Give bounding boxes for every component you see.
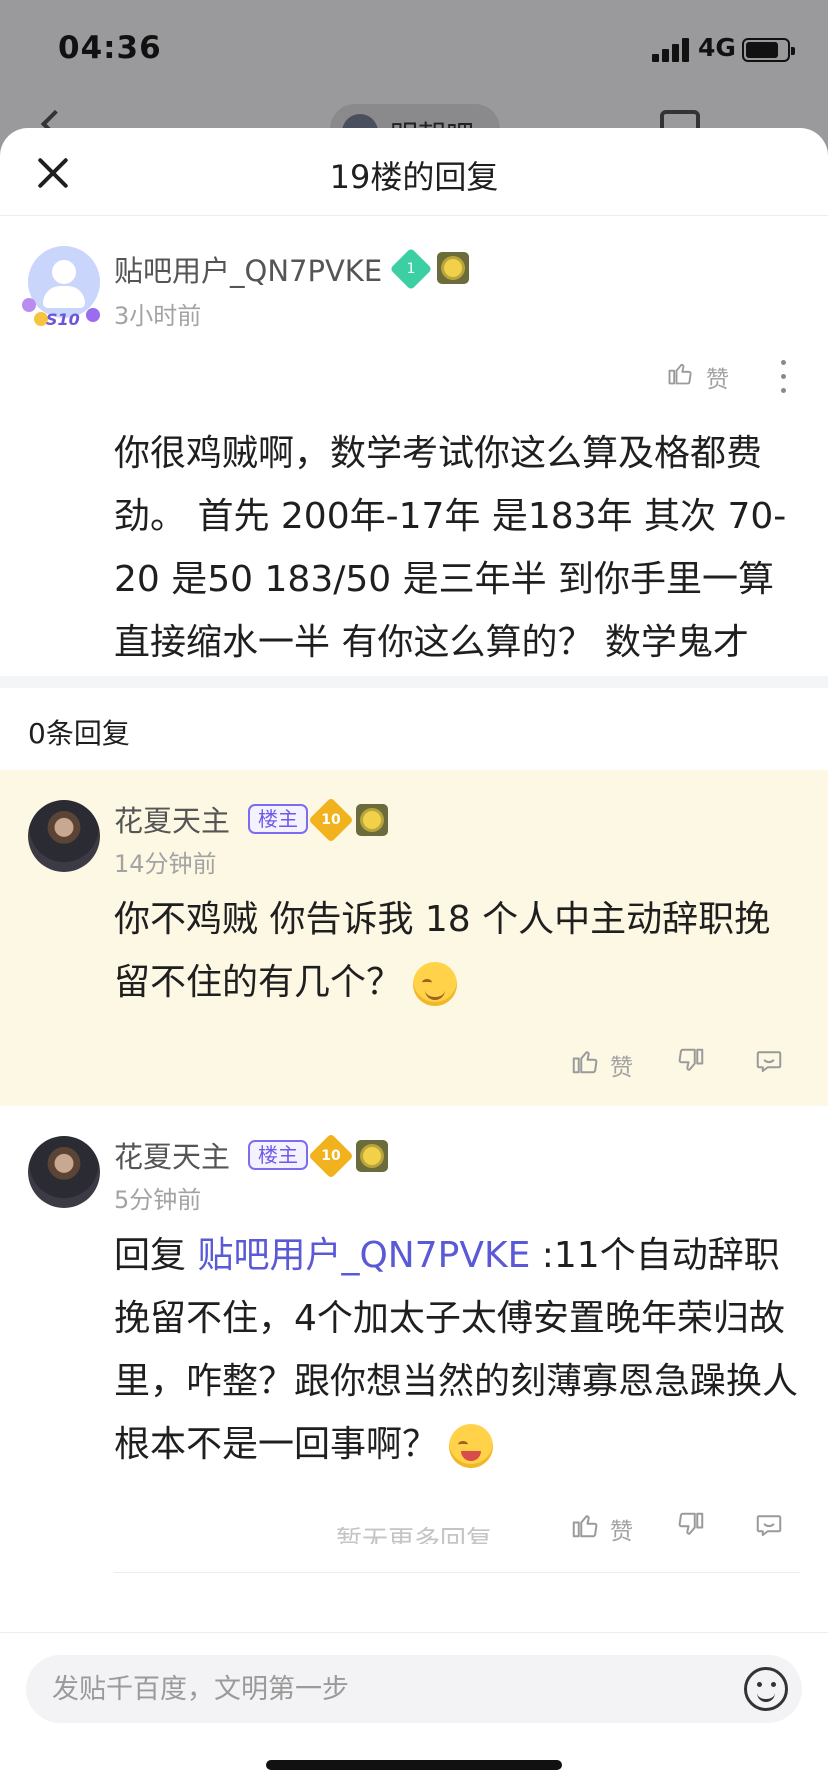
username[interactable]: 花夏天主 [114, 1134, 230, 1176]
avatar-frame-decoration [86, 308, 100, 322]
sun-badge-icon [356, 1140, 388, 1172]
reply-content: 回复 贴吧用户_QN7PVKE :11个自动辞职挽留不住，4个加太子太傅安置晚年… [114, 1224, 804, 1476]
post-content: 你很鸡贼啊，数学考试你这么算及格都费劲。 首先 200年-17年 是183年 其… [114, 433, 787, 663]
level-badge: 1 [389, 247, 433, 291]
comment-icon[interactable] [754, 1046, 784, 1076]
smirk-emoji-icon [413, 962, 458, 1006]
reply-prefix: 回复 [114, 1235, 198, 1276]
thumb-up-icon[interactable] [570, 1046, 600, 1076]
status-time: 04:36 [58, 30, 162, 66]
reply-sheet: 19楼的回复 S10 贴吧用户_QN7PVKE 1 3小时前 赞 你很鸡贼啊，数… [0, 128, 828, 1792]
comment-input[interactable] [52, 1655, 712, 1723]
status-bar: 04:36 4G [0, 0, 828, 100]
emoji-icon[interactable] [744, 1667, 788, 1711]
reply-actions: 赞 [570, 1046, 800, 1086]
level-badge: 10 [308, 1133, 354, 1179]
signal-icon [652, 38, 694, 62]
reply-separator [114, 1572, 800, 1573]
thumb-up-icon [666, 358, 694, 388]
reply-item: 花夏天主 楼主 10 5分钟前 回复 贴吧用户_QN7PVKE :11个自动辞职… [0, 1106, 828, 1576]
section-divider [0, 676, 828, 688]
more-options-icon[interactable] [776, 356, 790, 396]
laugh-emoji-icon [449, 1424, 494, 1468]
like-label: 赞 [610, 1055, 633, 1081]
avatar-frame-decoration [22, 298, 36, 312]
reply-item: 花夏天主 楼主 10 14分钟前 你不鸡贼 你告诉我 18 个人中主动辞职挽留不… [0, 770, 828, 1106]
home-indicator [266, 1760, 562, 1770]
owner-tag: 楼主 [248, 804, 308, 834]
sheet-title: 19楼的回复 [329, 158, 499, 196]
username[interactable]: 花夏天主 [114, 798, 230, 840]
reply-content: 你不鸡贼 你告诉我 18 个人中主动辞职挽留不住的有几个？ [114, 888, 804, 1014]
reply-count-row: 0条回复 [0, 688, 828, 770]
post-time: 3小时前 [114, 302, 202, 330]
reply-time: 5分钟前 [114, 1186, 202, 1214]
avatar[interactable] [28, 1136, 100, 1208]
username[interactable]: 贴吧用户_QN7PVKE [114, 248, 382, 290]
battery-icon [742, 38, 795, 62]
sun-badge-icon [356, 804, 388, 836]
thumb-down-icon[interactable] [676, 1046, 706, 1076]
level-value: 10 [321, 1148, 341, 1164]
network-label: 4G [698, 33, 736, 62]
mention-link[interactable]: 贴吧用户_QN7PVKE [197, 1235, 530, 1276]
avatar[interactable] [28, 246, 100, 318]
avatar-frame-badge: S10 [46, 310, 80, 329]
comment-input-box[interactable] [26, 1655, 802, 1723]
sheet-header: 19楼的回复 [0, 128, 828, 216]
level-value: 1 [406, 261, 416, 277]
comment-footer [0, 1632, 828, 1792]
owner-tag: 楼主 [248, 1140, 308, 1170]
like-label: 赞 [706, 367, 729, 393]
no-more-replies: 暂无更多回复 [335, 1526, 492, 1544]
sun-badge-icon [437, 252, 469, 284]
like-button[interactable]: 赞 [666, 356, 776, 396]
reply-count: 0条回复 [28, 717, 130, 750]
avatar[interactable] [28, 800, 100, 872]
main-post: S10 贴吧用户_QN7PVKE 1 3小时前 赞 你很鸡贼啊，数学考试你这么算… [0, 216, 828, 676]
level-badge: 10 [308, 797, 354, 843]
reply-time: 14分钟前 [114, 850, 217, 878]
level-value: 10 [321, 812, 341, 828]
